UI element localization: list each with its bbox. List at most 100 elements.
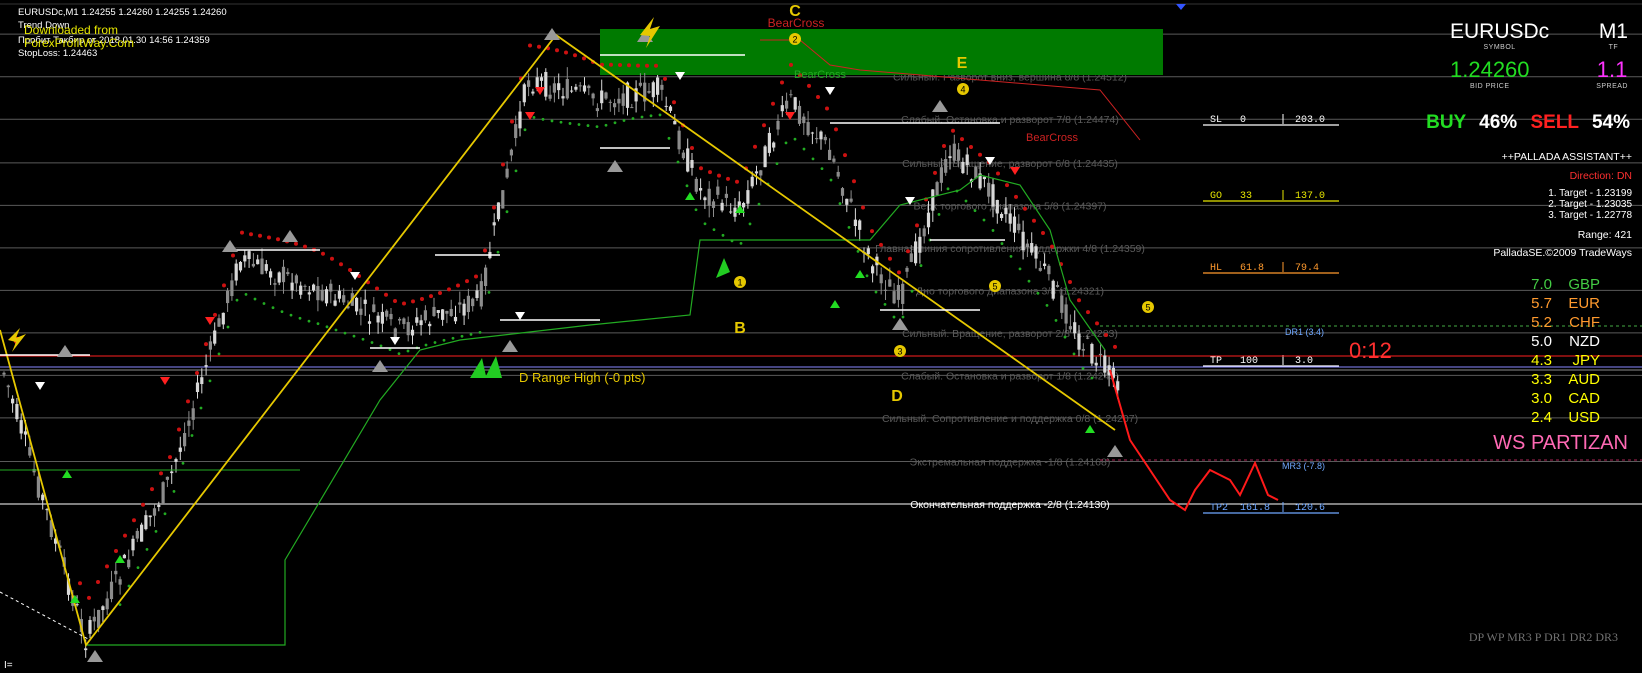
trail-dot [469,332,473,336]
fractal-triangle-icon [607,160,623,172]
sar-dot [96,580,100,585]
candle-body [720,202,724,211]
sar-dot [888,256,892,261]
sar-dot [564,50,568,55]
buy-arrow-icon [685,192,695,200]
candle-body [144,515,148,530]
trail-dot [298,316,302,320]
trail-dot [910,289,914,293]
candle-body [436,310,440,313]
candle-body [41,494,45,501]
sar-dot [168,455,172,460]
sar-dot [195,370,199,375]
trail-dot [190,434,194,437]
sar-dot [1068,280,1072,285]
murrey-level-label: Окончательная поддержка -2/8 (1.24130) [910,499,1109,511]
sar-dot [933,170,937,175]
candle-body [621,93,625,106]
currency-code: AUD [1568,371,1600,388]
trail-dot [811,157,815,161]
trail-dot [523,128,527,132]
wave-number-label: 3 [897,347,902,357]
trail-dot [532,116,536,119]
candle-body [686,148,690,172]
candle-body [750,176,754,187]
candle-body [243,255,247,262]
candle-body [445,310,449,314]
candle-body [1077,333,1081,350]
candle-body [926,212,931,228]
trail-dot [451,336,455,340]
candle-body [888,279,892,287]
trail-dot [757,202,761,206]
sar-dot [438,290,442,295]
candle-body [1098,353,1103,356]
candle-body [88,620,92,634]
candle-body [290,282,294,291]
candle-body [883,289,888,291]
candle-body [174,459,178,462]
candle-body [789,94,793,96]
candle-body [793,97,797,110]
fib-level: 61.8 [1240,263,1264,274]
candle-body [914,241,918,264]
candle-body [97,609,101,628]
price-chart[interactable]: Экстремальное сопротивление +1/8 (1.2455… [0,0,1642,673]
wave-number-label: 1 [737,278,742,288]
candle-body [333,300,337,306]
currency-row-eur: 5.7 EUR [1516,294,1600,313]
dr1-label: DR1 (3.4) [1285,327,1324,337]
candle-body [462,303,466,316]
trail-dot [685,184,689,188]
candle-body [965,154,969,166]
sell-arrow-icon [205,317,215,325]
sar-dot [384,292,388,297]
currency-code: CHF [1569,314,1600,331]
candle-body [858,220,862,230]
currency-strength-value: 3.3 [1531,371,1552,388]
fib-name: GO [1210,191,1222,202]
trail-dot [712,228,716,231]
wave-label-b: B [734,320,746,337]
candle-body [763,146,767,168]
sar-dot [447,287,451,292]
trail-dot [559,120,563,124]
sar-dot [321,251,325,256]
candle-body [355,297,359,312]
trail-dot [505,210,509,214]
candle-body [1051,280,1055,299]
candle-body [746,190,750,204]
candle-body [866,248,870,255]
sar-dot [510,119,514,124]
candle-body [638,82,642,86]
candle-body [2,372,6,375]
wave-number-label: 5 [1145,303,1150,313]
fractal-triangle-icon [57,345,73,357]
currency-code: GBP [1568,276,1600,293]
candle-body [681,152,685,159]
trail-dot [307,319,311,323]
candle-body [92,616,96,622]
sar-dot [1095,321,1099,326]
candle-body [651,82,655,98]
candle-body [303,285,307,287]
currency-row-aud: 3.3 AUD [1516,370,1600,389]
fractal-arrow-icon [35,382,45,390]
candle-body [320,289,324,301]
candle-body [570,90,574,92]
currency-code: USD [1568,409,1600,426]
sar-dot [528,43,532,48]
candle-body [195,382,200,393]
candle-body [329,283,333,292]
currency-code: EUR [1568,295,1600,312]
murrey-level-label: Слабый. Остановка и разворот 7/8 (1.2447… [901,114,1119,126]
candle-body [1073,322,1077,334]
trail-dot [496,250,500,254]
sar-dot [915,223,919,228]
fractal-triangle-icon [372,360,388,372]
trail-dot [613,121,617,125]
fractal-triangle-icon [1107,445,1123,457]
candle-body [256,259,260,265]
candle-body [213,330,217,344]
sar-dot [159,471,163,476]
